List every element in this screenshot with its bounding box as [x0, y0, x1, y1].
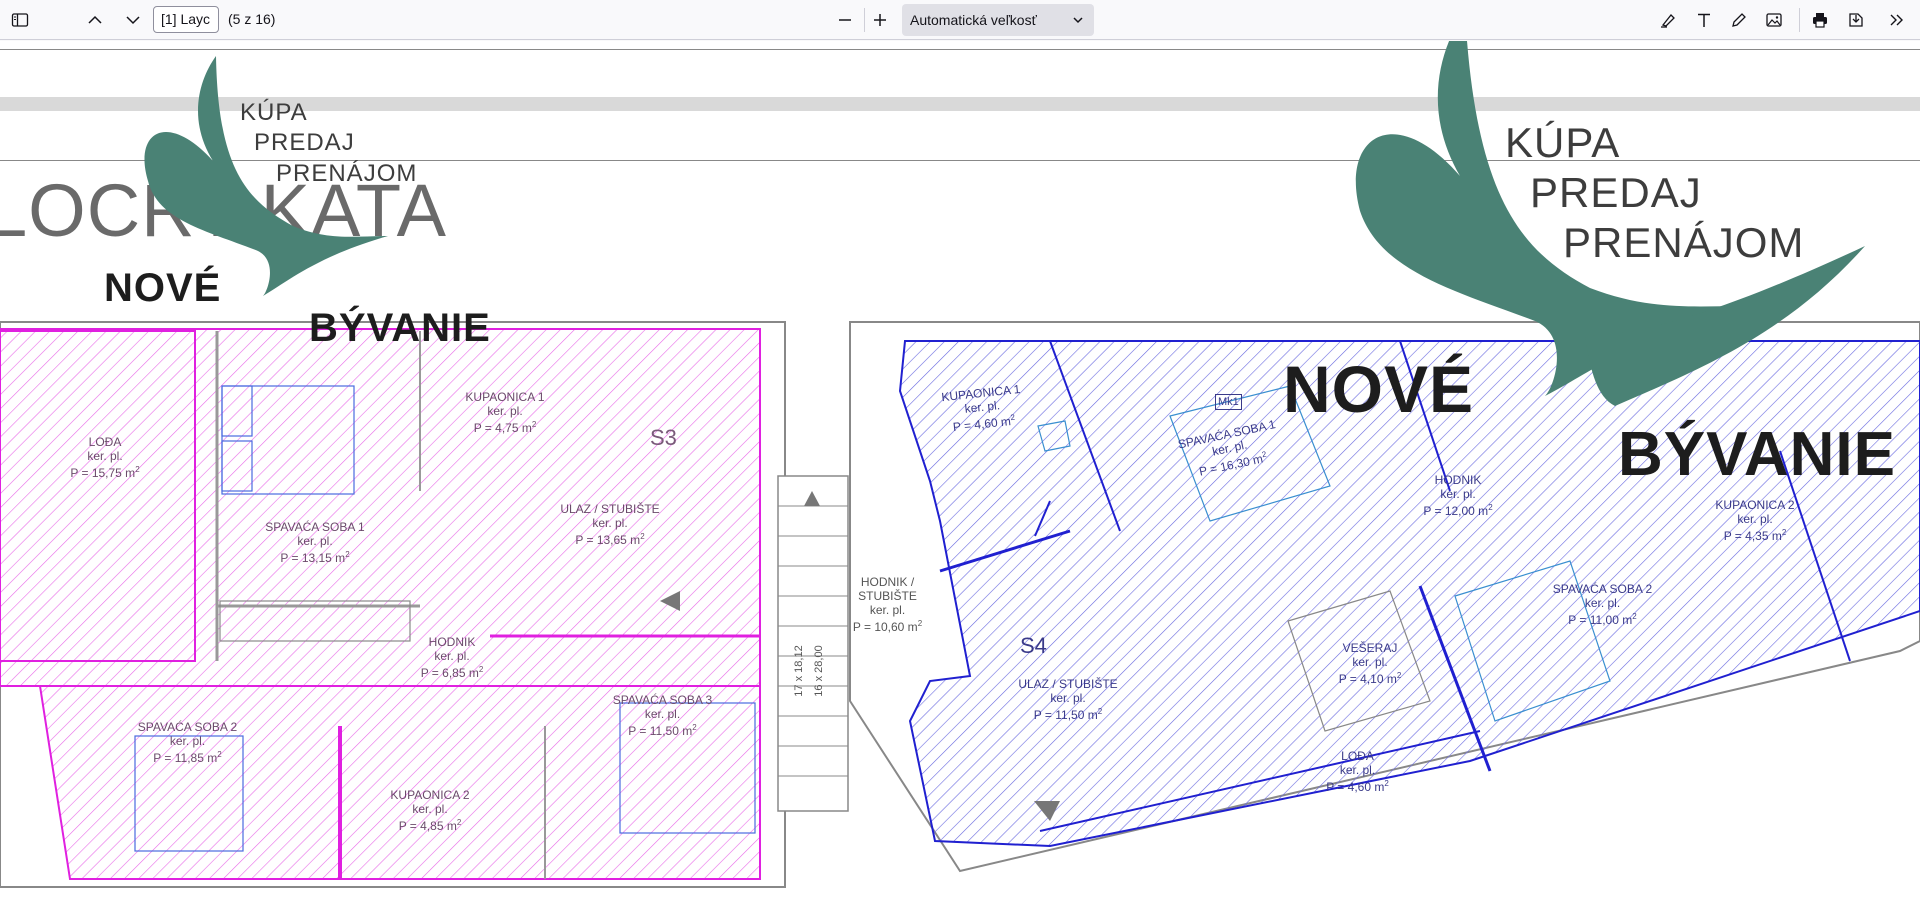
print-icon[interactable]: [1806, 6, 1834, 34]
room-area: P = 15,75 m: [70, 466, 136, 480]
room-floor: ker. pl.: [169, 734, 206, 748]
watermark-line3-small: PRENÁJOM: [276, 160, 418, 187]
pdf-page-view: LOCRT KATA S3 LOĐA ker. pl. P = 15,75 m2…: [0, 41, 1920, 913]
stair-dimension: 17 x 18,12: [793, 645, 805, 697]
stair-dimension: 16 x 28,00: [813, 645, 825, 697]
room-floor: ker. pl.: [1584, 596, 1621, 610]
room-label: LOĐA ker. pl. P = 15,75 m2: [55, 435, 155, 480]
page-count: (5 z 16): [228, 11, 276, 27]
room-label: SPAVAĆA SOBA 2 ker. pl. P = 11,85 m2: [130, 720, 245, 765]
page-number-input[interactable]: [1] Layc: [153, 6, 219, 33]
room-name: KUPAONICA 2: [1715, 498, 1795, 512]
room-name: HODNIK /: [860, 575, 915, 589]
room-area: P = 4,60 m: [1326, 780, 1385, 794]
room-area: P = 13,65 m: [575, 533, 641, 547]
room-label: ULAZ / STUBIŠTE ker. pl. P = 13,65 m2: [555, 502, 665, 547]
unit-label-right: S4: [1020, 633, 1047, 658]
room-area: P = 4,35 m: [1723, 529, 1782, 543]
room-label: HODNIK ker. pl. P = 12,00 m2: [1408, 473, 1508, 518]
tools-separator: [1799, 8, 1800, 32]
room-floor: ker. pl.: [1737, 512, 1773, 526]
more-tools-icon[interactable]: [1882, 6, 1910, 34]
zoom-in-icon[interactable]: [866, 6, 894, 34]
room-label: ULAZ / STUBIŠTE ker. pl. P = 11,50 m2: [1013, 677, 1123, 722]
room-label: KUPAONICA 2 ker. pl. P = 4,35 m2: [1705, 498, 1805, 543]
room-floor: ker. pl.: [297, 534, 333, 548]
room-label: SPAVAĆA SOBA 3 ker. pl. P = 11,50 m2: [605, 693, 720, 738]
previous-page-icon[interactable]: [81, 6, 109, 34]
room-floor: ker. pl.: [592, 516, 628, 530]
room-label: SPAVAĆA SOBA 1 ker. pl. P = 13,15 m2: [250, 520, 380, 565]
room-area: P = 6,85 m: [420, 666, 479, 680]
room-name: SPAVAĆA SOBA 2: [137, 720, 238, 734]
room-floor: ker. pl.: [644, 707, 681, 721]
room-name: SPAVAĆA SOBA 3: [612, 693, 713, 707]
watermark-line1-small: KÚPA: [240, 99, 308, 126]
watermark-line2-small: PREDAJ: [254, 129, 355, 156]
room-name: ULAZ / STUBIŠTE: [1018, 677, 1118, 691]
room-label: KUPAONICA 1 ker. pl. P = 4,75 m2: [455, 390, 555, 435]
room-name: VEŠERAJ: [1342, 641, 1398, 655]
room-name: HODNIK: [428, 635, 476, 649]
unit-label-left: S3: [650, 425, 677, 450]
room-name: LOĐA: [88, 435, 122, 449]
draw-icon[interactable]: [1725, 6, 1753, 34]
room-label: SPAVAĆA SOBA 2 ker. pl. P = 11,00 m2: [1545, 582, 1660, 627]
room-area: P = 11,85 m: [153, 751, 218, 765]
room-area: P = 4,10 m: [1338, 672, 1397, 686]
room-floor: ker. pl.: [1050, 691, 1086, 705]
room-name-line2: STUBIŠTE: [858, 589, 917, 603]
watermark-line1-large: KÚPA: [1505, 119, 1621, 166]
next-page-icon[interactable]: [119, 6, 147, 34]
room-area: P = 12,00 m: [1423, 504, 1489, 518]
room-area: P = 13,15 m: [280, 551, 346, 565]
zoom-select[interactable]: Automatická veľkosť: [902, 4, 1094, 36]
room-floor: ker. pl.: [412, 802, 448, 816]
room-area: P = 11,50 m: [1033, 708, 1098, 722]
highlight-icon[interactable]: [1654, 6, 1682, 34]
room-label: KUPAONICA 2 ker. pl. P = 4,85 m2: [380, 788, 480, 833]
room-area: P = 4,75 m: [473, 421, 532, 435]
room-floor: ker. pl.: [87, 449, 123, 463]
save-icon[interactable]: [1842, 6, 1870, 34]
watermark-brand2-large: BÝVANIE: [1618, 420, 1897, 489]
text-tool-icon[interactable]: [1690, 6, 1718, 34]
room-area: P = 11,00 m: [1568, 613, 1633, 627]
watermark-line2-large: PREDAJ: [1530, 169, 1702, 216]
image-tool-icon[interactable]: [1760, 6, 1788, 34]
sidebar-toggle-icon[interactable]: [6, 6, 34, 34]
room-name: SPAVAĆA SOBA 2: [1552, 582, 1653, 596]
room-name: KUPAONICA 2: [390, 788, 470, 802]
mk-label: Mk1: [1215, 394, 1242, 410]
room-area: P = 4,85 m: [398, 819, 457, 833]
room-floor: ker. pl.: [1339, 763, 1376, 777]
watermark-brand1-large: NOVÉ: [1283, 352, 1475, 426]
zoom-select-value: Automatická veľkosť: [910, 12, 1037, 28]
room-name: LOĐA: [1341, 749, 1374, 763]
room-floor: ker. pl.: [487, 404, 523, 418]
room-name: SPAVAĆA SOBA 1: [265, 520, 365, 534]
room-label: HODNIK / STUBIŠTE ker. pl. P = 10,60 m2: [840, 575, 935, 634]
room-floor: ker. pl.: [869, 603, 906, 617]
room-area: P = 10,60 m: [852, 620, 918, 634]
room-floor: ker. pl.: [434, 649, 470, 663]
watermark-line3-large: PRENÁJOM: [1563, 219, 1805, 266]
room-label: HODNIK ker. pl. P = 6,85 m2: [402, 635, 502, 680]
room-floor: ker. pl.: [1352, 655, 1388, 669]
pdf-toolbar: [1] Layc (5 z 16) Automatická veľkosť: [0, 0, 1920, 40]
watermark-brand2-small: BÝVANIE: [309, 306, 491, 350]
room-area: P = 11,50 m: [628, 724, 693, 738]
zoom-out-icon[interactable]: [831, 6, 859, 34]
watermark-brand1-small: NOVÉ: [104, 266, 222, 310]
room-label: LOĐA ker. pl. P = 4,60 m2: [1310, 749, 1405, 794]
room-floor: ker. pl.: [1440, 487, 1476, 501]
room-name: KUPAONICA 1: [465, 390, 545, 404]
zoom-separator: [864, 8, 865, 32]
room-label: VEŠERAJ ker. pl. P = 4,10 m2: [1320, 641, 1420, 686]
room-name: ULAZ / STUBIŠTE: [560, 502, 660, 516]
room-name: HODNIK: [1434, 473, 1482, 487]
